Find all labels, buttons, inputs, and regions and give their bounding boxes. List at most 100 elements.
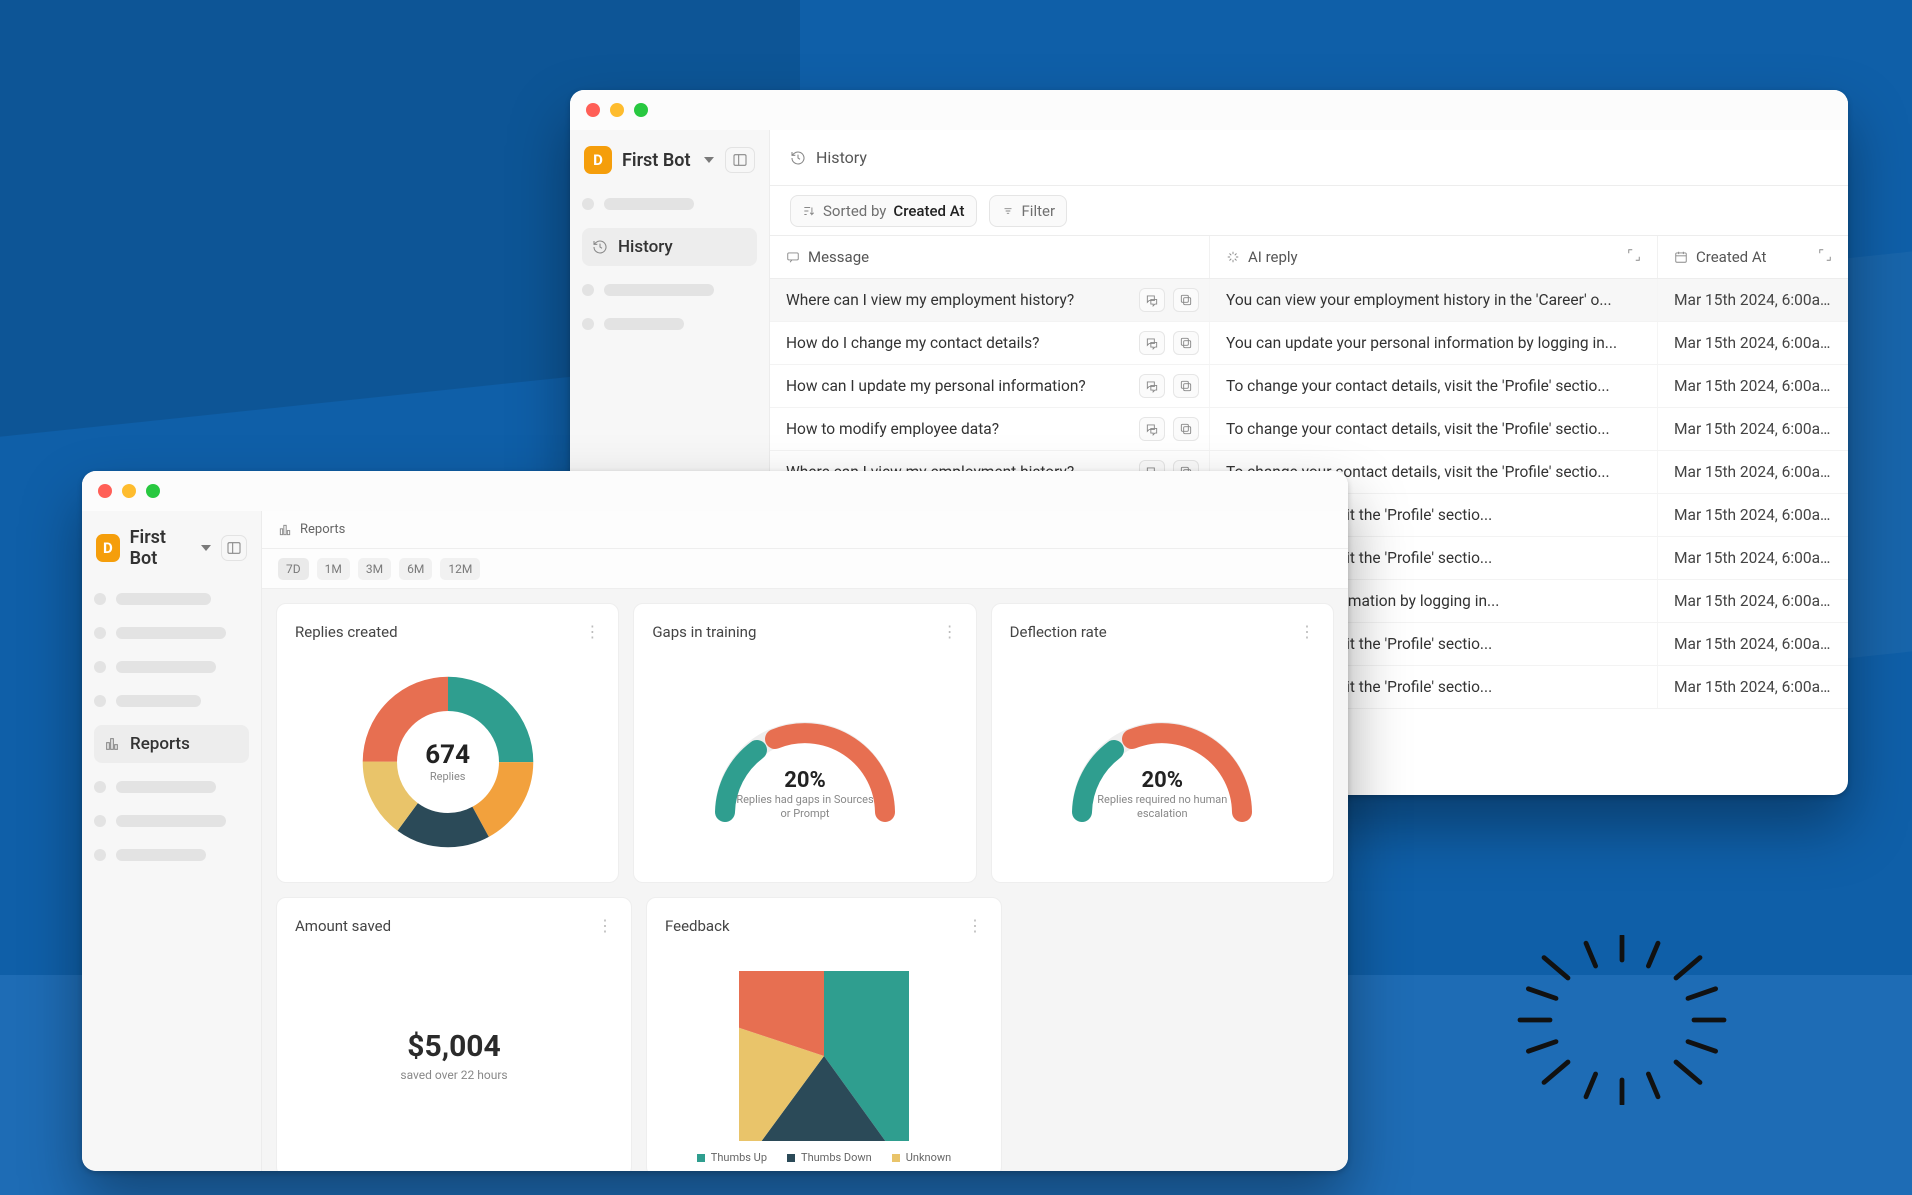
sort-field: Created At	[893, 202, 964, 220]
created-at-cell: Mar 15th 2024, 6:00am	[1658, 279, 1848, 321]
toggle-sidebar-button[interactable]	[725, 147, 755, 173]
range-button-7d[interactable]: 7D	[278, 558, 309, 580]
created-at-cell: Mar 15th 2024, 6:00am	[1658, 623, 1848, 665]
copy-message-button[interactable]	[1173, 288, 1199, 312]
sort-chip[interactable]: Sorted by Created At	[790, 195, 977, 227]
zoom-window-button[interactable]	[634, 103, 648, 117]
column-header-label: Message	[808, 248, 869, 266]
bot-switcher[interactable]: D First Bot	[94, 525, 249, 575]
calendar-icon	[1674, 250, 1688, 264]
sidebar-item-reports[interactable]: Reports	[94, 725, 249, 763]
window-titlebar	[570, 90, 1848, 130]
sidebar-item-placeholder	[94, 811, 249, 831]
table-row[interactable]: How do I change my contact details?You c…	[770, 322, 1848, 365]
ai-reply-cell: You can view your employment history in …	[1210, 279, 1658, 321]
copy-message-button[interactable]	[1173, 417, 1199, 441]
range-button-3m[interactable]: 3M	[358, 558, 391, 580]
card-menu-button[interactable]: ⋮	[942, 622, 958, 641]
range-button-12m[interactable]: 12M	[440, 558, 480, 580]
created-at-cell: Mar 15th 2024, 6:00am	[1658, 666, 1848, 708]
sidebar-item-placeholder	[94, 623, 249, 643]
created-at-cell: Mar 15th 2024, 6:00am	[1658, 322, 1848, 364]
donut-center-value: 674	[425, 740, 470, 770]
table-row[interactable]: Where can I view my employment history?Y…	[770, 279, 1848, 322]
filter-chip[interactable]: Filter	[989, 195, 1068, 227]
bot-switcher[interactable]: D First Bot	[582, 144, 757, 180]
page-header: Reports	[262, 511, 1348, 549]
close-window-button[interactable]	[586, 103, 600, 117]
gauge-label: Replies required no human escalation	[1092, 793, 1232, 822]
copy-message-button[interactable]	[1173, 331, 1199, 355]
deflection-gauge-chart: 20% Replies required no human escalation	[1052, 692, 1272, 832]
gaps-gauge-chart: 20% Replies had gaps in Sources or Promp…	[695, 692, 915, 832]
sidebar-item-label: Reports	[130, 734, 190, 754]
zoom-window-button[interactable]	[146, 484, 160, 498]
sidebar-item-history[interactable]: History	[582, 228, 757, 266]
close-window-button[interactable]	[98, 484, 112, 498]
filter-label: Filter	[1022, 202, 1056, 220]
sidebar-item-label: History	[618, 237, 673, 257]
reports-window: D First Bot Reports Reports	[82, 471, 1348, 1171]
table-row[interactable]: How can I update my personal information…	[770, 365, 1848, 408]
open-conversation-button[interactable]	[1139, 417, 1165, 441]
sidebar-item-placeholder	[94, 845, 249, 865]
column-header-created-at[interactable]: Created At	[1658, 236, 1848, 278]
created-at-cell: Mar 15th 2024, 6:00am	[1658, 494, 1848, 536]
sidebar-item-placeholder	[94, 657, 249, 677]
feedback-legend: Thumbs Up Thumbs Down Unknown	[665, 1145, 983, 1164]
column-header-label: Created At	[1696, 248, 1766, 266]
chevron-down-icon	[704, 157, 714, 163]
created-at-cell: Mar 15th 2024, 6:00am	[1658, 408, 1848, 450]
created-at-cell: Mar 15th 2024, 6:00am	[1658, 365, 1848, 407]
column-header-ai-reply[interactable]: AI reply	[1210, 236, 1658, 278]
copy-message-button[interactable]	[1173, 374, 1199, 398]
range-button-1m[interactable]: 1M	[317, 558, 350, 580]
legend-item: Thumbs Down	[787, 1151, 872, 1164]
history-icon	[592, 239, 608, 255]
page-title: Reports	[300, 522, 345, 537]
message-cell: How to modify employee data?	[770, 408, 1210, 450]
open-conversation-button[interactable]	[1139, 374, 1165, 398]
open-conversation-button[interactable]	[1139, 331, 1165, 355]
ai-reply-cell: To change your contact details, visit th…	[1210, 365, 1658, 407]
card-feedback: Feedback ⋮	[646, 897, 1002, 1171]
card-menu-button[interactable]: ⋮	[584, 622, 600, 641]
ai-reply-cell: To change your contact details, visit th…	[1210, 408, 1658, 450]
table-header-row: Message AI reply Created At	[770, 236, 1848, 279]
sort-prefix: Sorted by	[823, 202, 886, 220]
column-header-label: AI reply	[1248, 248, 1298, 266]
sidebar-item-placeholder	[582, 194, 757, 214]
table-controls: Sorted by Created At Filter	[770, 186, 1848, 236]
minimize-window-button[interactable]	[122, 484, 136, 498]
expand-column-icon[interactable]	[1627, 248, 1641, 266]
ai-reply-cell: You can update your personal information…	[1210, 322, 1658, 364]
gauge-value: 20%	[1142, 768, 1184, 793]
sparkle-decoration	[1502, 935, 1742, 1105]
traffic-lights	[586, 103, 648, 117]
card-menu-button[interactable]: ⋮	[967, 916, 983, 935]
sidebar-item-placeholder	[582, 314, 757, 334]
gauge-value: 20%	[784, 768, 826, 793]
table-row[interactable]: How to modify employee data?To change yo…	[770, 408, 1848, 451]
bar-chart-icon	[104, 736, 120, 752]
message-cell: How can I update my personal information…	[770, 365, 1210, 407]
card-menu-button[interactable]: ⋮	[597, 916, 613, 935]
range-button-6m[interactable]: 6M	[399, 558, 432, 580]
open-conversation-button[interactable]	[1139, 288, 1165, 312]
bar-chart-icon	[278, 523, 292, 537]
sparkle-icon	[1226, 250, 1240, 264]
sort-icon	[802, 204, 816, 218]
filter-icon	[1001, 204, 1015, 218]
sidebar-item-placeholder	[94, 589, 249, 609]
gauge-label: Replies had gaps in Sources or Prompt	[735, 793, 875, 822]
card-title: Feedback	[665, 917, 730, 935]
minimize-window-button[interactable]	[610, 103, 624, 117]
created-at-cell: Mar 15th 2024, 6:00am	[1658, 451, 1848, 493]
column-header-message[interactable]: Message	[770, 236, 1210, 278]
card-amount-saved: Amount saved ⋮ $5,004 saved over 22 hour…	[276, 897, 632, 1171]
feedback-pie-chart	[739, 971, 909, 1141]
date-range-tabs: 7D 1M 3M 6M 12M	[262, 549, 1348, 589]
card-menu-button[interactable]: ⋮	[1299, 622, 1315, 641]
expand-column-icon[interactable]	[1818, 248, 1832, 266]
toggle-sidebar-button[interactable]	[221, 535, 247, 561]
